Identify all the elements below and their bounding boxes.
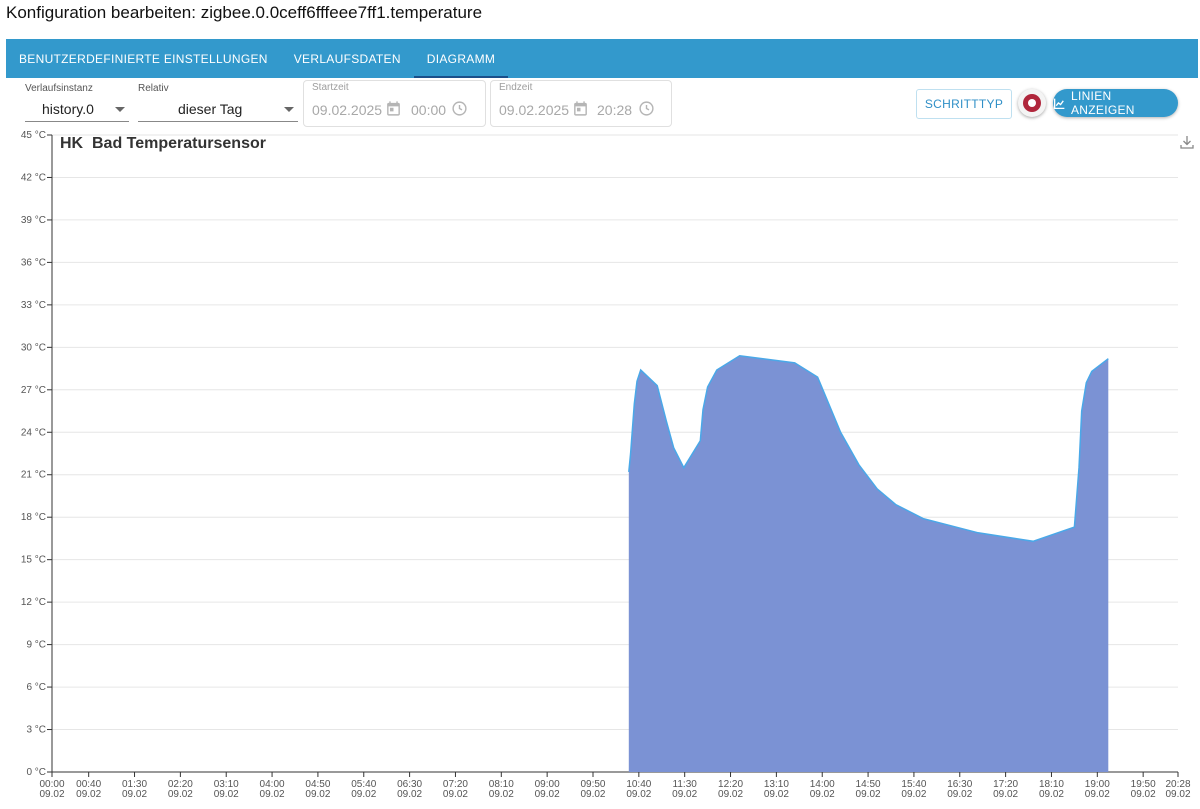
x-tick-date-label: 09.02 — [535, 789, 560, 800]
x-tick-date-label: 09.02 — [718, 789, 743, 800]
download-icon[interactable] — [1179, 134, 1195, 150]
x-tick-date-label: 09.02 — [39, 789, 64, 800]
x-tick-date-label: 09.02 — [856, 789, 881, 800]
x-tick-date-label: 09.02 — [397, 789, 422, 800]
x-tick-date-label: 09.02 — [122, 789, 147, 800]
x-tick-date-label: 09.02 — [1165, 789, 1190, 800]
x-tick-date-label: 09.02 — [214, 789, 239, 800]
series-area — [628, 355, 1109, 772]
y-tick-label: 18 °C — [21, 512, 46, 523]
y-tick-label: 9 °C — [26, 640, 46, 651]
x-tick-date-label: 09.02 — [993, 789, 1018, 800]
y-tick-label: 12 °C — [21, 597, 46, 608]
y-tick-label: 3 °C — [26, 725, 46, 736]
x-tick-date-label: 09.02 — [626, 789, 651, 800]
chart-title: HK Bad Temperatursensor — [60, 135, 266, 152]
y-tick-label: 24 °C — [21, 427, 46, 438]
y-tick-label: 30 °C — [21, 342, 46, 353]
y-tick-label: 33 °C — [21, 300, 46, 311]
chart[interactable]: 0 °C 3 °C 6 °C 9 °C 12 °C 15 °C 18 °C 21 °C 24 °… — [0, 0, 1200, 809]
y-tick-label: 0 °C — [26, 767, 46, 778]
y-tick-label: 36 °C — [21, 257, 46, 268]
x-tick-date-label: 09.02 — [672, 789, 697, 800]
y-tick-label: 15 °C — [21, 555, 46, 566]
x-tick-date-label: 09.02 — [947, 789, 972, 800]
y-tick-label: 21 °C — [21, 470, 46, 481]
x-tick-date-label: 09.02 — [580, 789, 605, 800]
x-tick-date-label: 09.02 — [489, 789, 514, 800]
x-tick-date-label: 09.02 — [305, 789, 330, 800]
y-tick-label: 42 °C — [21, 172, 46, 183]
x-tick-date-label: 09.02 — [1131, 789, 1156, 800]
y-tick-label: 45 °C — [21, 130, 46, 141]
x-tick-date-label: 09.02 — [260, 789, 285, 800]
y-tick-label: 6 °C — [26, 682, 46, 693]
x-tick-date-label: 09.02 — [351, 789, 376, 800]
x-tick-date-label: 09.02 — [443, 789, 468, 800]
x-tick-date-label: 09.02 — [1085, 789, 1110, 800]
x-tick-date-label: 09.02 — [901, 789, 926, 800]
x-tick-date-label: 09.02 — [168, 789, 193, 800]
y-tick-label: 27 °C — [21, 385, 46, 396]
x-tick-date-label: 09.02 — [764, 789, 789, 800]
x-tick-date-label: 09.02 — [1039, 789, 1064, 800]
x-tick-date-label: 09.02 — [76, 789, 101, 800]
y-tick-label: 39 °C — [21, 215, 46, 226]
x-tick-date-label: 09.02 — [810, 789, 835, 800]
